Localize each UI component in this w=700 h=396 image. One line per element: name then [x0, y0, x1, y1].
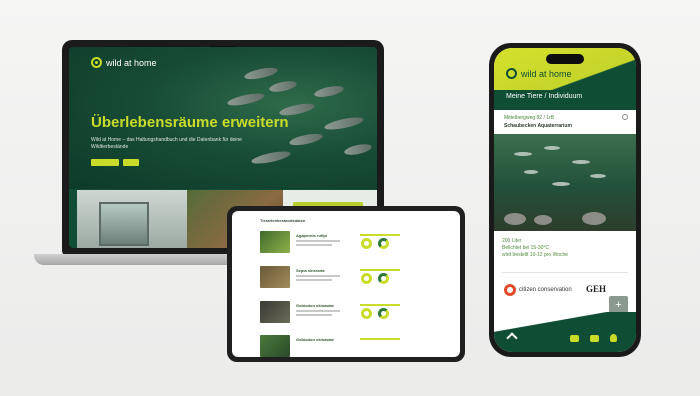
species-thumbnail [260, 301, 290, 323]
stat-donut [378, 308, 389, 319]
logo-ring-icon [506, 68, 517, 79]
stat-donut [361, 308, 372, 319]
hero-buttons [91, 159, 139, 166]
species-thumbnail [260, 266, 290, 288]
hero-secondary-button[interactable] [123, 159, 139, 166]
tablet-page-title: Tierartenbestandsdaten [260, 218, 306, 223]
enclosure-info: 200 Liter Belichtet bei 15-30°C wird bes… [502, 238, 569, 258]
phone-brand-logo[interactable]: wild at home [506, 68, 572, 79]
tile-aquarium-image[interactable] [77, 190, 187, 248]
logo-ring-icon [91, 57, 102, 68]
phone-bottom-bar [494, 312, 636, 352]
tablet-device: Tierartenbestandsdaten Agapornis rufipi … [227, 206, 465, 362]
stat-donut [378, 238, 389, 249]
aquarium-tank-graphic [99, 202, 149, 246]
hero-primary-button[interactable] [91, 159, 119, 166]
phone-breadcrumb[interactable]: Meine Tiere / Individuum [506, 93, 582, 100]
info-icon[interactable] [622, 114, 628, 120]
citizen-conservation-logo[interactable]: citizen conservation [504, 284, 572, 296]
phone-screen: wild at home Meine Tiere / Individuum Mi… [494, 48, 636, 352]
phone-device: wild at home Meine Tiere / Individuum Mi… [489, 43, 641, 357]
species-thumbnail [260, 231, 290, 253]
laptop-brand-logo[interactable]: wild at home [91, 57, 157, 68]
species-row[interactable]: Gobiodon okinawae [260, 301, 430, 327]
species-row[interactable]: Sepia sineraria [260, 266, 430, 292]
device-mockup-scene: wild at home Überlebensräume erweitern W… [0, 0, 700, 396]
stat-donut [361, 273, 372, 284]
species-row[interactable]: Agapornis rufipi [260, 231, 430, 257]
aquarium-photo [494, 134, 636, 231]
species-thumbnail [260, 335, 290, 357]
chat-icon[interactable] [590, 335, 599, 342]
cc-ring-icon [504, 284, 516, 296]
species-row[interactable]: Gobiodon okinawae [260, 335, 430, 357]
tablet-screen: Tierartenbestandsdaten Agapornis rufipi … [232, 211, 460, 357]
stat-donut [361, 238, 372, 249]
user-icon[interactable] [610, 334, 617, 342]
geh-logo[interactable]: GEH [586, 284, 606, 294]
phone-dynamic-island [546, 54, 584, 64]
mail-icon[interactable] [570, 335, 579, 342]
chevron-up-icon[interactable] [506, 332, 518, 344]
stat-donut [378, 273, 389, 284]
enclosure-location: Mittelbergweg 82 / 1rB [504, 115, 555, 121]
hero-title: Überlebensräume erweitern [91, 114, 289, 131]
hero-subtitle: Wild at Home – das Haltungshandbuch und … [91, 137, 242, 150]
enclosure-title: Schaubecken Aquaterrarium [504, 123, 572, 129]
